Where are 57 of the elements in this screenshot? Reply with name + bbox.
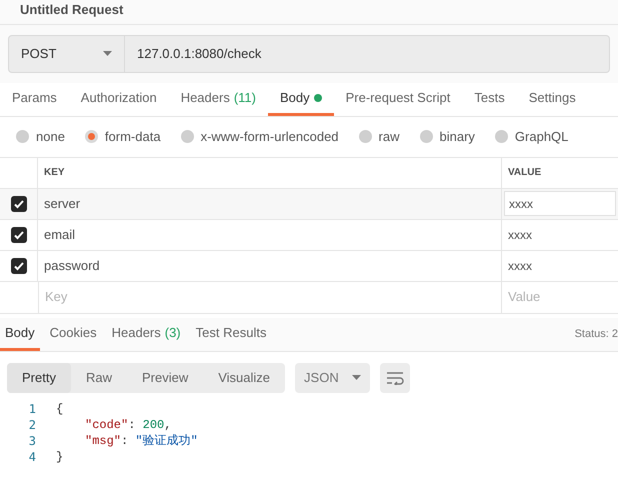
wrap-lines-button[interactable] xyxy=(380,362,410,392)
check-icon xyxy=(12,260,24,272)
caret-icon xyxy=(352,375,362,380)
view-mode-tab[interactable]: Raw xyxy=(70,362,127,392)
body-type-radio[interactable]: GraphQL xyxy=(494,126,568,146)
param-row[interactable]: password xxxx xyxy=(0,250,618,282)
caret-icon xyxy=(103,51,112,56)
checkbox[interactable] xyxy=(10,196,26,212)
value-cell-text: xxxx xyxy=(507,258,533,274)
param-row[interactable]: server xxxx xyxy=(0,188,618,220)
column-header: KEY xyxy=(44,166,65,180)
body-type-radio[interactable]: binary xyxy=(420,126,475,146)
code-line: } xyxy=(56,448,64,466)
key-cell-text: server xyxy=(44,194,80,213)
response-tab[interactable]: Headers (3) xyxy=(106,318,186,350)
line-number: 1 xyxy=(28,400,37,418)
body-type-radio[interactable]: x-www-form-urlencoded xyxy=(180,126,339,146)
body-type-radio[interactable]: none xyxy=(16,126,65,146)
status-text: Status: 2 xyxy=(574,326,618,342)
view-mode-tab[interactable]: Pretty xyxy=(7,362,71,392)
code-line: { xyxy=(56,400,64,418)
body-type-radio[interactable]: form-data xyxy=(84,126,161,146)
value-cell: xxxx xyxy=(504,191,616,216)
method-dropdown[interactable]: POST xyxy=(8,34,125,72)
request-title: Untitled Request xyxy=(20,2,124,17)
request-tab[interactable]: Body xyxy=(268,82,334,116)
code-line: "code": 200, xyxy=(85,416,172,434)
param-row[interactable]: email xxxx xyxy=(0,220,618,250)
format-dropdown[interactable]: JSON xyxy=(295,362,370,392)
request-tab[interactable]: Params xyxy=(0,82,69,116)
check-icon xyxy=(12,198,24,210)
line-number: 2 xyxy=(28,416,37,434)
key-input-field[interactable]: Key xyxy=(38,282,502,312)
code-line: "msg": "验证成功" xyxy=(85,432,198,450)
request-tab[interactable]: Settings xyxy=(516,82,588,116)
value-input-field[interactable]: Value xyxy=(502,282,618,312)
check-icon xyxy=(12,228,24,240)
body-type-radio[interactable]: raw xyxy=(358,126,400,146)
response-tab[interactable]: Body xyxy=(0,318,40,350)
line-number: 3 xyxy=(28,432,37,450)
request-tab[interactable]: Pre-request Script xyxy=(334,82,462,116)
checkbox[interactable] xyxy=(10,258,26,274)
line-number: 4 xyxy=(28,448,37,466)
url-field[interactable]: 127.0.0.1:8080/check xyxy=(125,34,610,72)
value-cell-text: xxxx xyxy=(507,226,533,244)
response-tab[interactable]: Test Results xyxy=(190,318,272,350)
request-tab[interactable]: Headers (11) xyxy=(168,82,268,116)
checkbox[interactable] xyxy=(10,226,26,242)
request-tab[interactable]: Tests xyxy=(462,82,517,116)
key-cell-text: password xyxy=(44,256,100,275)
request-tab[interactable]: Authorization xyxy=(68,82,169,116)
view-mode-tab[interactable]: Preview xyxy=(126,362,204,392)
key-cell-text: email xyxy=(44,226,76,244)
response-tab[interactable]: Cookies xyxy=(44,318,102,350)
view-mode-tab[interactable]: Visualize xyxy=(203,362,286,392)
wrap-lines-icon xyxy=(386,370,404,384)
column-header: VALUE xyxy=(508,166,542,180)
